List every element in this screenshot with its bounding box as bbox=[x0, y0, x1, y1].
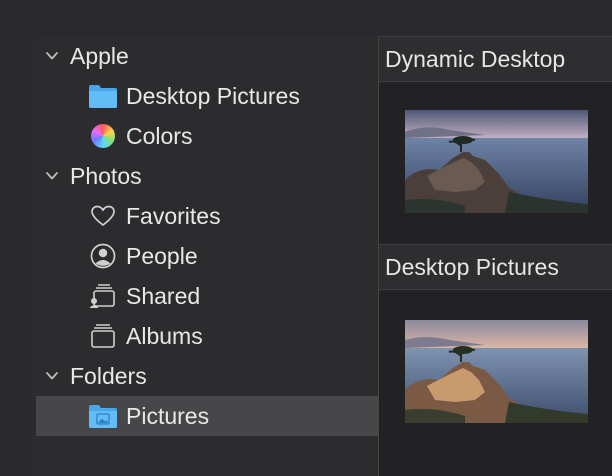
albums-icon bbox=[88, 321, 118, 351]
sidebar-item-colors[interactable]: Colors bbox=[36, 116, 378, 156]
sidebar-item-label: Favorites bbox=[126, 202, 221, 229]
chevron-down-icon[interactable] bbox=[44, 168, 60, 184]
sidebar-item-favorites[interactable]: Favorites bbox=[36, 196, 378, 236]
sidebar-item-people[interactable]: People bbox=[36, 236, 378, 276]
folder-icon bbox=[88, 81, 118, 111]
wallpaper-browser: Dynamic Desktop Desktop Pictures bbox=[379, 36, 612, 476]
sidebar-item-shared[interactable]: Shared bbox=[36, 276, 378, 316]
section-title: Desktop Pictures bbox=[385, 253, 559, 280]
sidebar-item-label: Colors bbox=[126, 122, 193, 149]
section-header-dynamic-desktop: Dynamic Desktop bbox=[379, 36, 612, 82]
sidebar-group-label: Apple bbox=[70, 42, 129, 69]
sidebar-item-pictures[interactable]: Pictures bbox=[36, 396, 378, 436]
sidebar-item-label: Shared bbox=[126, 282, 201, 309]
sidebar-item-label: People bbox=[126, 242, 198, 269]
sidebar-item-label: Desktop Pictures bbox=[126, 82, 300, 109]
sidebar-group-photos[interactable]: Photos bbox=[36, 156, 378, 196]
sidebar-item-label: Albums bbox=[126, 322, 203, 349]
window-top-bar bbox=[0, 0, 612, 36]
pictures-folder-icon bbox=[88, 401, 118, 431]
shared-albums-icon bbox=[88, 281, 118, 311]
sidebar-group-label: Photos bbox=[70, 162, 142, 189]
sidebar-item-desktop-pictures[interactable]: Desktop Pictures bbox=[36, 76, 378, 116]
chevron-down-icon[interactable] bbox=[44, 48, 60, 64]
color-wheel-icon bbox=[88, 121, 118, 151]
wallpaper-thumbnail-desktop[interactable] bbox=[405, 320, 588, 423]
chevron-down-icon[interactable] bbox=[44, 368, 60, 384]
section-title: Dynamic Desktop bbox=[385, 45, 566, 72]
person-circle-icon bbox=[88, 241, 118, 271]
sidebar-group-label: Folders bbox=[70, 362, 147, 389]
sidebar: Apple Desktop Pictures Colors Photos Fav… bbox=[36, 36, 379, 476]
section-header-desktop-pictures: Desktop Pictures bbox=[379, 244, 612, 290]
wallpaper-thumbnail-dynamic[interactable] bbox=[405, 110, 588, 213]
sidebar-item-albums[interactable]: Albums bbox=[36, 316, 378, 356]
sidebar-item-label: Pictures bbox=[126, 402, 210, 429]
sidebar-group-folders[interactable]: Folders bbox=[36, 356, 378, 396]
sidebar-group-apple[interactable]: Apple bbox=[36, 36, 378, 76]
heart-icon bbox=[88, 201, 118, 231]
